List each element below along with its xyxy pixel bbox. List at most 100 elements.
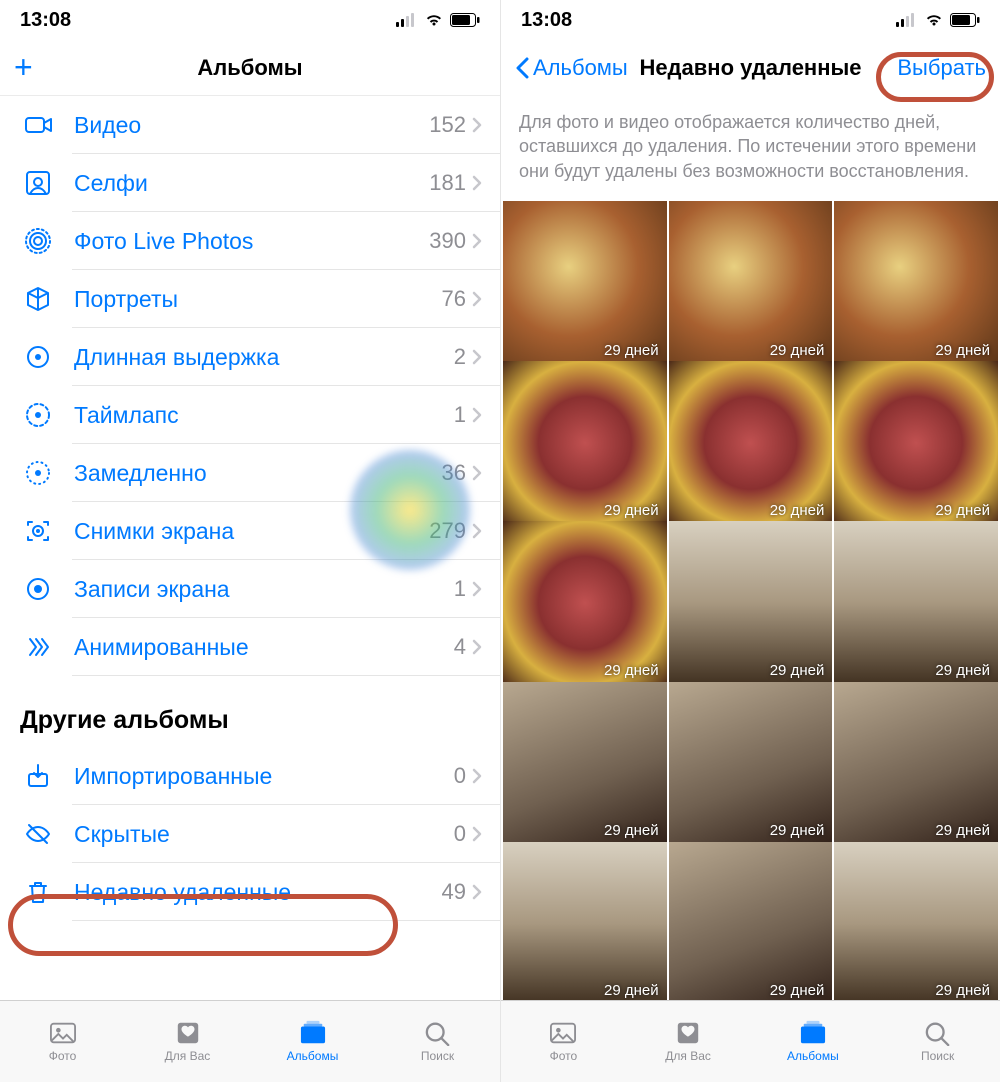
video-icon: [20, 107, 56, 143]
chevron-right-icon: [472, 639, 482, 655]
status-time: 13:08: [521, 9, 572, 32]
battery-icon: [950, 13, 980, 27]
tab-label: Фото: [550, 1049, 578, 1063]
status-time: 13:08: [20, 9, 71, 32]
tab-1[interactable]: Для Вас: [125, 1001, 250, 1082]
album-label: Снимки экрана: [74, 518, 429, 545]
tab-label: Для Вас: [165, 1049, 211, 1063]
chevron-right-icon: [472, 117, 482, 133]
album-count: 4: [454, 634, 466, 660]
album-row-selfie[interactable]: Селфи 181: [0, 154, 500, 212]
album-label: Записи экрана: [74, 576, 454, 603]
album-row-import[interactable]: Импортированные 0: [0, 747, 500, 805]
album-label: Таймлапс: [74, 402, 454, 429]
photo-thumb[interactable]: 29 дней: [834, 201, 998, 365]
tab-icon: [672, 1020, 704, 1046]
back-button[interactable]: Альбомы: [515, 55, 628, 81]
photo-thumb[interactable]: 29 дней: [834, 682, 998, 846]
days-remaining: 29 дней: [935, 502, 990, 519]
days-remaining: 29 дней: [604, 342, 659, 359]
album-row-screenshot[interactable]: Снимки экрана 279: [0, 502, 500, 560]
status-icons: [396, 13, 480, 27]
tab-0[interactable]: Фото: [0, 1001, 125, 1082]
album-row-cube[interactable]: Портреты 76: [0, 270, 500, 328]
album-row-live[interactable]: Фото Live Photos 390: [0, 212, 500, 270]
photo-thumb[interactable]: 29 дней: [503, 361, 667, 525]
album-row-timelapse[interactable]: Таймлапс 1: [0, 386, 500, 444]
add-button[interactable]: +: [14, 49, 33, 86]
photo-thumb[interactable]: 29 дней: [669, 201, 833, 365]
chevron-right-icon: [472, 581, 482, 597]
album-label: Замедленно: [74, 460, 442, 487]
chevron-right-icon: [472, 291, 482, 307]
photo-thumb[interactable]: 29 дней: [669, 361, 833, 525]
photo-thumb[interactable]: 29 дней: [503, 682, 667, 846]
tab-bar: Фото Для Вас Альбомы Поиск: [501, 1000, 1000, 1082]
chevron-right-icon: [472, 349, 482, 365]
tab-3[interactable]: Поиск: [875, 1001, 1000, 1082]
cellular-icon: [896, 13, 918, 27]
tab-label: Поиск: [921, 1049, 954, 1063]
tab-1[interactable]: Для Вас: [626, 1001, 751, 1082]
album-count: 0: [454, 821, 466, 847]
album-label: Видео: [74, 112, 429, 139]
album-label: Импортированные: [74, 763, 454, 790]
album-row-record[interactable]: Записи экрана 1: [0, 560, 500, 618]
select-button[interactable]: Выбрать: [897, 55, 986, 81]
days-remaining: 29 дней: [604, 502, 659, 519]
album-row-hidden[interactable]: Скрытые 0: [0, 805, 500, 863]
album-label: Недавно удаленные: [74, 879, 442, 906]
screenshot-icon: [20, 513, 56, 549]
photo-thumb[interactable]: 29 дней: [834, 361, 998, 525]
cellular-icon: [396, 13, 418, 27]
tab-0[interactable]: Фото: [501, 1001, 626, 1082]
album-count: 1: [454, 576, 466, 602]
longexp-icon: [20, 339, 56, 375]
album-row-video[interactable]: Видео 152: [0, 96, 500, 154]
chevron-right-icon: [472, 175, 482, 191]
days-remaining: 29 дней: [770, 982, 825, 999]
album-count: 36: [442, 460, 466, 486]
photo-thumb[interactable]: 29 дней: [834, 521, 998, 685]
album-row-slomo[interactable]: Замедленно 36: [0, 444, 500, 502]
photo-thumb[interactable]: 29 дней: [503, 842, 667, 1000]
album-row-trash[interactable]: Недавно удаленные 49: [0, 863, 500, 921]
photo-grid[interactable]: 29 дней 29 дней 29 дней 29 дней 29 дней …: [501, 201, 1000, 1000]
photo-thumb[interactable]: 29 дней: [503, 201, 667, 365]
albums-list[interactable]: Видео 152 Селфи 181 Фото Live Photos 390…: [0, 96, 500, 1000]
tab-bar: Фото Для Вас Альбомы Поиск: [0, 1000, 500, 1082]
album-row-longexp[interactable]: Длинная выдержка 2: [0, 328, 500, 386]
photo-thumb[interactable]: 29 дней: [834, 842, 998, 1000]
tab-icon: [172, 1020, 204, 1046]
tab-2[interactable]: Альбомы: [751, 1001, 876, 1082]
photo-thumb[interactable]: 29 дней: [669, 682, 833, 846]
tab-3[interactable]: Поиск: [375, 1001, 500, 1082]
days-remaining: 29 дней: [935, 822, 990, 839]
status-bar: 13:08: [0, 0, 500, 40]
tab-2[interactable]: Альбомы: [250, 1001, 375, 1082]
tab-label: Для Вас: [665, 1049, 711, 1063]
album-count: 390: [429, 228, 466, 254]
photo-thumb[interactable]: 29 дней: [503, 521, 667, 685]
album-count: 152: [429, 112, 466, 138]
nav-bar-deleted: Альбомы Недавно удаленные Выбрать: [501, 40, 1000, 96]
album-row-animated[interactable]: Анимированные 4: [0, 618, 500, 676]
tab-icon: [47, 1020, 79, 1046]
tab-icon: [297, 1020, 329, 1046]
chevron-right-icon: [472, 233, 482, 249]
trash-icon: [20, 874, 56, 910]
chevron-right-icon: [472, 407, 482, 423]
cube-icon: [20, 281, 56, 317]
photo-thumb[interactable]: 29 дней: [669, 842, 833, 1000]
chevron-right-icon: [472, 826, 482, 842]
slomo-icon: [20, 455, 56, 491]
album-count: 279: [429, 518, 466, 544]
photo-thumb[interactable]: 29 дней: [669, 521, 833, 685]
live-icon: [20, 223, 56, 259]
status-icons: [896, 13, 980, 27]
chevron-right-icon: [472, 523, 482, 539]
days-remaining: 29 дней: [604, 822, 659, 839]
days-remaining: 29 дней: [935, 342, 990, 359]
album-label: Фото Live Photos: [74, 228, 429, 255]
animated-icon: [20, 629, 56, 665]
